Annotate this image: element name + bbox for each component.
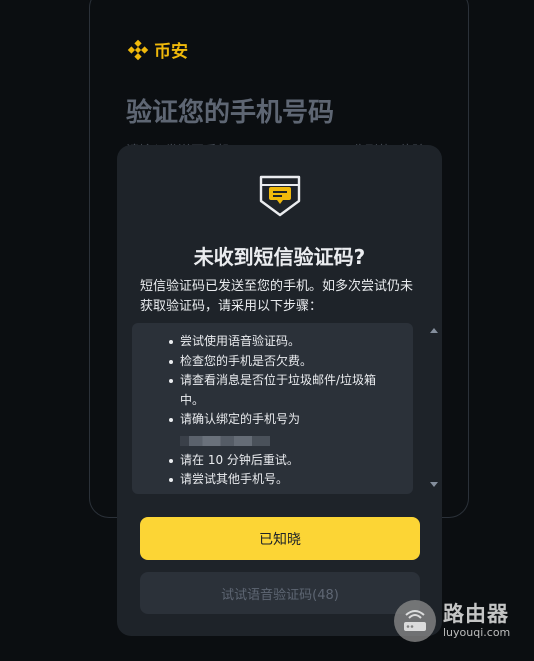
watermark-name: 路由器 — [443, 602, 509, 626]
scroll-up-arrow-icon[interactable] — [430, 328, 438, 333]
brand-name: 币安 — [154, 42, 188, 62]
step-item: 请尝试其他手机号。 — [169, 470, 380, 490]
binance-logo-icon — [127, 39, 149, 60]
step-item: 尝试使用语音验证码。 — [169, 332, 380, 352]
page-title: 验证您的手机号码 — [126, 98, 335, 128]
watermark-url: luyouqi.com — [443, 626, 511, 639]
router-logo-icon — [394, 600, 436, 642]
step-item: 请查看消息是否位于垃圾邮件/垃圾箱中。 — [169, 371, 380, 410]
sms-help-modal: 未收到短信验证码? 短信验证码已发送至您的手机。如多次尝试仍未获取验证码，请采用… — [117, 145, 442, 636]
acknowledge-button[interactable]: 已知晓 — [140, 517, 420, 560]
masked-phone-number — [180, 435, 270, 446]
modal-title: 未收到短信验证码? — [193, 245, 366, 269]
steps-list[interactable]: 尝试使用语音验证码。 检查您的手机是否欠费。 请查看消息是否位于垃圾邮件/垃圾箱… — [132, 323, 413, 494]
step-item: 检查您的手机是否欠费。 — [169, 352, 380, 372]
step-item-text: 请确认绑定的手机号为 — [180, 412, 301, 426]
scroll-down-arrow-icon[interactable] — [430, 482, 438, 487]
sms-shield-icon — [259, 175, 301, 217]
step-item: 请确认绑定的手机号为 — [169, 410, 380, 446]
watermark: 路由器 luyouqi.com — [393, 599, 510, 643]
modal-description: 短信验证码已发送至您的手机。如多次尝试仍未获取验证码，请采用以下步骤： — [140, 279, 414, 314]
voice-code-button[interactable]: 试试语音验证码(48) — [140, 572, 420, 614]
brand: 币安 — [127, 37, 188, 62]
step-item: 请在 10 分钟后重试。 — [169, 451, 380, 471]
